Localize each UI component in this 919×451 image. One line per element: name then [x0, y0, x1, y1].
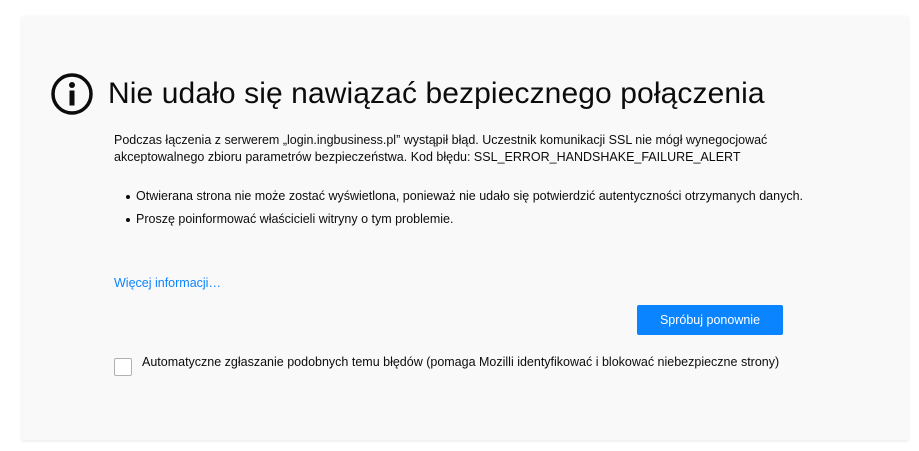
- list-item: Proszę poinformować właścicieli witryny …: [114, 211, 814, 228]
- page-title: Nie udało się nawiązać bezpiecznego połą…: [108, 77, 765, 110]
- bullet-icon: [126, 195, 130, 199]
- retry-button[interactable]: Spróbuj ponownie: [637, 305, 783, 335]
- error-header: Nie udało się nawiązać bezpiecznego połą…: [50, 72, 765, 116]
- info-icon: [51, 73, 93, 115]
- error-details-list: Otwierana strona nie może zostać wyświet…: [114, 188, 814, 234]
- bullet-icon: [126, 218, 130, 222]
- error-description: Podczas łączenia z serwerem „login.ingbu…: [114, 133, 768, 164]
- report-errors-checkbox[interactable]: [114, 358, 132, 376]
- more-info-link[interactable]: Więcej informacji…: [114, 276, 221, 290]
- browser-viewport: Nie udało się nawiązać bezpiecznego połą…: [0, 0, 919, 451]
- report-errors-option: Automatyczne zgłaszanie podobnych temu b…: [114, 354, 794, 376]
- list-item-text: Proszę poinformować właścicieli witryny …: [136, 212, 454, 226]
- report-errors-label[interactable]: Automatyczne zgłaszanie podobnych temu b…: [142, 354, 779, 371]
- list-item-text: Otwierana strona nie może zostać wyświet…: [136, 189, 803, 203]
- list-item: Otwierana strona nie może zostać wyświet…: [114, 188, 814, 205]
